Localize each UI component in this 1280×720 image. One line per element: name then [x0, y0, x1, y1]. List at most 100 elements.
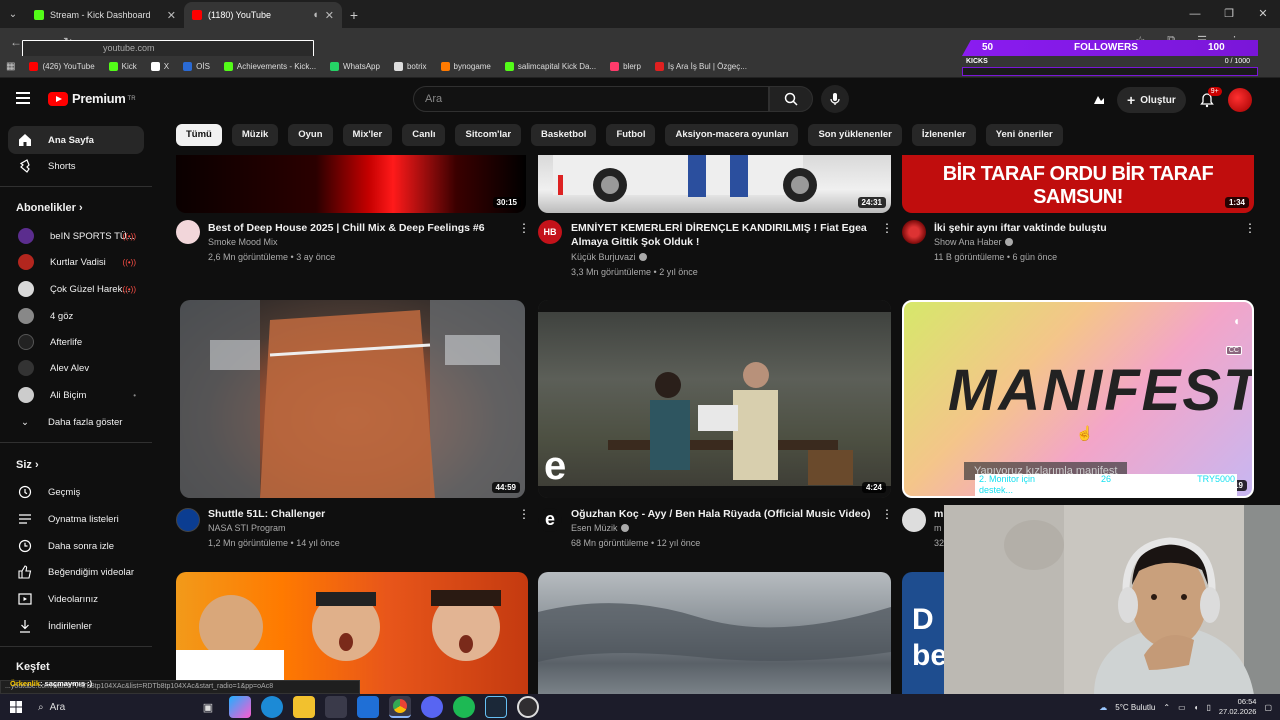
channel-name[interactable]: Küçük Burjuvazi	[571, 252, 647, 262]
video-thumbnail[interactable]	[176, 572, 528, 694]
video-thumbnail[interactable]: 30:15	[176, 155, 526, 213]
chip[interactable]: İzlenenler	[911, 124, 976, 146]
chip[interactable]: Futbol	[606, 124, 656, 146]
video-title[interactable]: İki şehir aynı iftar vaktinde buluştu	[934, 221, 1234, 235]
taskbar-search[interactable]: ⌕ Ara	[32, 697, 192, 717]
more-options-icon[interactable]: ⋮	[1244, 222, 1256, 236]
close-tab-icon[interactable]: ✕	[325, 9, 334, 22]
bookmark-item[interactable]: blerp	[610, 62, 641, 71]
video-thumbnail[interactable]: BİR TARAF ORDU BİR TARAF SAMSUN! 1:34	[902, 155, 1254, 213]
chip[interactable]: Yeni öneriler	[985, 124, 1063, 146]
tab-search-icon[interactable]: ⌄	[0, 0, 26, 28]
youtube-logo[interactable]: Premium TR	[48, 91, 136, 106]
video-thumbnail[interactable]: e 4:24	[538, 300, 891, 498]
create-button[interactable]: + Oluştur	[1117, 87, 1186, 113]
sidebar-item-watch-later[interactable]: Daha sonra izle	[8, 532, 144, 560]
windows-start-icon[interactable]	[5, 696, 27, 718]
video-title[interactable]: EMNİYET KEMERLERİ DİRENÇLE KANDIRILMIŞ !…	[571, 221, 871, 249]
chip[interactable]: Mix'ler	[342, 124, 393, 146]
bookmark-item[interactable]: OİS	[183, 62, 210, 71]
video-title[interactable]: Shuttle 51L: Challenger	[208, 507, 508, 521]
account-avatar[interactable]	[1227, 88, 1252, 112]
sidebar-sub-item[interactable]: Alev Alev	[8, 354, 144, 382]
bookmark-item[interactable]: bynogame	[440, 62, 491, 71]
sidebar-item-shorts[interactable]: Shorts	[8, 152, 144, 180]
network-icon[interactable]: ▭	[1178, 703, 1186, 712]
more-options-icon[interactable]: ⋮	[518, 508, 530, 522]
channel-name[interactable]: NASA STI Program	[208, 523, 286, 533]
channel-name[interactable]: m	[934, 523, 942, 533]
obs-icon[interactable]	[517, 696, 539, 718]
chip[interactable]: Müzik	[231, 124, 279, 146]
channel-avatar[interactable]	[902, 220, 926, 244]
clock[interactable]: 06:54 27.02.2026	[1219, 697, 1257, 717]
weather-text[interactable]: 5°C Bulutlu	[1115, 703, 1155, 712]
more-options-icon[interactable]: ⋮	[881, 222, 893, 236]
sidebar-item-downloads[interactable]: İndirilenler	[8, 612, 144, 640]
maximize-icon[interactable]: ❐	[1212, 0, 1246, 28]
notifications-button[interactable]: 9+	[1196, 87, 1222, 111]
channel-name[interactable]: Esen Müzik	[571, 523, 629, 533]
mail-icon[interactable]	[357, 696, 379, 718]
chrome-icon[interactable]	[389, 696, 411, 718]
mute-tab-icon[interactable]: ◖	[312, 9, 319, 21]
apps-grid-icon[interactable]: ▦	[6, 61, 15, 72]
close-window-icon[interactable]: ✕	[1246, 0, 1280, 28]
new-tab-button[interactable]: +	[342, 2, 366, 28]
volume-icon[interactable]: ◖	[1233, 314, 1240, 328]
bookmark-item[interactable]: İş Ara İş Bul | Özgeç...	[654, 62, 747, 71]
chip[interactable]: Tümü	[176, 124, 222, 146]
chip[interactable]: Sitcom'lar	[455, 124, 522, 146]
sidebar-sub-item[interactable]: Afterlife	[8, 328, 144, 356]
video-title[interactable]: m	[934, 507, 943, 521]
bookmark-item[interactable]: (426) YouTube	[29, 62, 95, 71]
channel-avatar[interactable]: e	[538, 508, 562, 532]
sidebar-item-history[interactable]: Geçmiş	[8, 478, 144, 506]
channel-name[interactable]: Show Ana Haber	[934, 237, 1013, 247]
video-thumbnail[interactable]: 24:31	[538, 155, 891, 213]
tab-youtube[interactable]: (1180) YouTube ◖ ✕	[184, 2, 342, 28]
sidebar-sub-item[interactable]: Ali Biçim •	[8, 381, 144, 409]
copilot-icon[interactable]	[229, 696, 251, 718]
close-tab-icon[interactable]: ✕	[167, 9, 176, 22]
tray-chevron-icon[interactable]: ⌃	[1163, 703, 1170, 712]
search-button[interactable]	[769, 86, 813, 112]
bookmark-item[interactable]: Kick	[108, 62, 137, 71]
store-icon[interactable]	[325, 696, 347, 718]
bookmark-item[interactable]: WhatsApp	[330, 62, 380, 71]
sidebar-sub-item[interactable]: Çok Güzel Harek... ((•))	[8, 275, 144, 303]
tab-kick-dashboard[interactable]: Stream - Kick Dashboard ✕	[26, 2, 184, 28]
sidebar-item-your-videos[interactable]: Videolarınız	[8, 585, 144, 613]
menu-icon[interactable]	[16, 92, 30, 104]
file-explorer-icon[interactable]	[293, 696, 315, 718]
video-title[interactable]: Best of Deep House 2025 | Chill Mix & De…	[208, 221, 508, 235]
notifications-icon[interactable]: ▢	[1264, 703, 1272, 712]
sidebar-sub-item[interactable]: Kurtlar Vadisi ((•))	[8, 248, 144, 276]
more-options-icon[interactable]: ⋮	[518, 222, 530, 236]
you-heading[interactable]: Siz ›	[16, 459, 39, 471]
chip[interactable]: Canlı	[402, 124, 446, 146]
channel-avatar[interactable]: HB	[538, 220, 562, 244]
battery-icon[interactable]: ▯	[1206, 703, 1210, 712]
volume-icon[interactable]: ◖	[1194, 703, 1199, 712]
bookmark-item[interactable]: botrix	[393, 62, 427, 71]
video-title[interactable]: Oğuzhan Koç - Ayy / Ben Hala Rüyada (Off…	[571, 507, 871, 521]
video-thumbnail[interactable]: 44:59	[180, 300, 525, 498]
bookmark-item[interactable]: Achievements - Kick...	[223, 62, 316, 71]
chip[interactable]: Oyun	[288, 124, 333, 146]
channel-avatar[interactable]	[902, 508, 926, 532]
sidebar-sub-item[interactable]: beIN SPORTS TÜ... ((•))	[8, 222, 144, 250]
minimize-icon[interactable]: —	[1178, 0, 1212, 28]
subscriptions-heading[interactable]: Abonelikler ›	[16, 202, 83, 214]
bookmark-item[interactable]: salimcapital Kick Da...	[504, 62, 596, 71]
sidebar-item-home[interactable]: Ana Sayfa	[8, 126, 144, 154]
sidebar-sub-item[interactable]: 4 göz	[8, 302, 144, 330]
search-input[interactable]: Ara	[413, 86, 769, 112]
voice-search-button[interactable]	[821, 85, 849, 113]
sidebar-item-liked-videos[interactable]: Beğendiğim videolar	[8, 558, 144, 586]
channel-name[interactable]: Smoke Mood Mix	[208, 237, 278, 247]
bookmark-item[interactable]: X	[150, 62, 169, 71]
chip[interactable]: Aksiyon-macera oyunları	[665, 124, 799, 146]
captions-icon[interactable]: CC	[1225, 346, 1242, 355]
discord-icon[interactable]	[421, 696, 443, 718]
